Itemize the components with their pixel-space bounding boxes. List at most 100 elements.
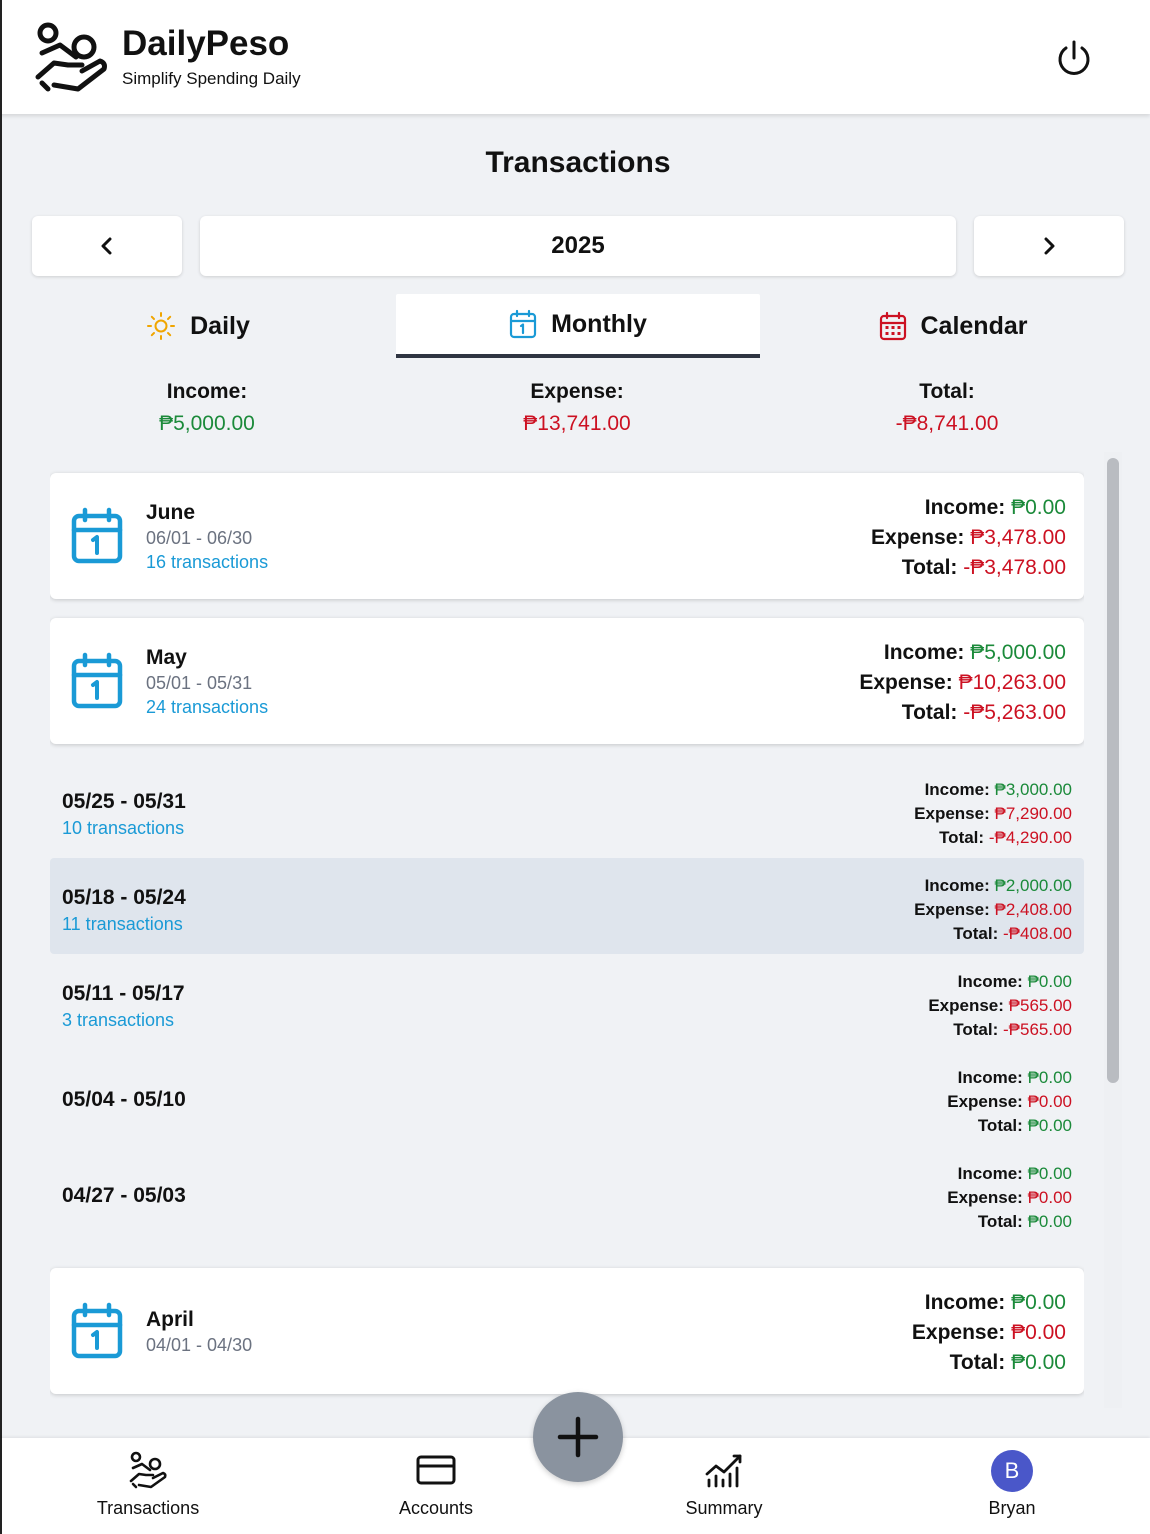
brand: DailyPeso Simplify Spending Daily [122,24,301,90]
week-transaction-count[interactable]: 10 transactions [62,818,184,839]
calendar-icon [71,1302,123,1359]
scrollbar-thumb[interactable] [1107,458,1119,1083]
week-income: ₱0.00 [1027,1068,1072,1087]
week-total: -₱565.00 [1003,1020,1072,1039]
nav-summary[interactable]: Summary [604,1438,844,1534]
app-tagline: Simplify Spending Daily [122,69,301,89]
week-row-selected[interactable]: 05/18 - 05/24 11 transactions Income: ₱2… [50,858,1084,954]
total-label: Total: [901,701,958,724]
income-label: Income: [924,780,990,799]
week-transaction-count[interactable]: 3 transactions [62,1010,174,1031]
window-edge [0,114,2,1534]
summary-total: Total: -₱8,741.00 [762,380,1132,436]
week-row[interactable]: 05/11 - 05/17 3 transactions Income: ₱0.… [50,954,1084,1050]
week-income: ₱0.00 [1027,972,1072,991]
hand-coins-icon [129,1451,167,1489]
tab-monthly[interactable]: Monthly [396,294,760,358]
total-label: Total: [949,1351,1006,1374]
income-label: Income: [924,496,1006,519]
income-label: Income: [957,972,1023,991]
month-card-may[interactable]: May 05/01 - 05/31 24 transactions Income… [50,618,1084,744]
chart-icon [705,1454,742,1488]
income-label: Income: [957,1068,1023,1087]
previous-year-button[interactable] [32,216,182,276]
nav-transactions[interactable]: Transactions [28,1438,268,1534]
week-row[interactable]: 05/04 - 05/10 Income: ₱0.00 Expense: ₱0.… [50,1050,1084,1146]
total-label: Total: [953,1020,999,1039]
month-card-april[interactable]: April 04/01 - 04/30 Income: ₱0.00 Expens… [50,1268,1084,1394]
month-range: 04/01 - 04/30 [146,1335,253,1355]
month-transaction-count[interactable]: 24 transactions [146,697,268,718]
week-transaction-count[interactable]: 11 transactions [62,914,183,935]
month-income: ₱0.00 [1011,1291,1066,1314]
week-range: 05/04 - 05/10 [62,1088,186,1111]
summary-income-value: ₱5,000.00 [159,412,255,435]
chevron-left-icon [101,237,112,255]
month-total: -₱3,478.00 [963,556,1066,579]
summary-expense-label: Expense: [530,380,624,403]
week-range: 05/11 - 05/17 [62,982,185,1005]
week-income: ₱3,000.00 [994,780,1072,799]
week-total: -₱408.00 [1003,924,1072,943]
calendar-icon [71,507,123,564]
income-label: Income: [924,1291,1006,1314]
month-name: June [146,501,196,524]
week-expense: ₱0.00 [1027,1188,1072,1207]
summary-income-label: Income: [166,380,248,403]
expense-label: Expense: [871,526,965,549]
summary-expense: Expense: ₱13,741.00 [392,380,762,436]
page-title: Transactions [485,146,671,179]
week-figures: Income: ₱0.00 Expense: ₱0.00 Total: ₱0.0… [947,1162,1072,1234]
expense-label: Expense: [914,804,990,823]
logo-icon [35,22,107,92]
month-range: 06/01 - 06/30 [146,528,253,548]
month-income: ₱0.00 [1011,496,1066,519]
total-label: Total: [901,556,958,579]
week-income: ₱0.00 [1027,1164,1072,1183]
tab-calendar[interactable]: Calendar [780,294,1126,358]
income-label: Income: [957,1164,1023,1183]
summary-total-value: -₱8,741.00 [895,412,999,435]
week-row[interactable]: 05/25 - 05/31 10 transactions Income: ₱3… [50,762,1084,858]
expense-label: Expense: [947,1092,1023,1111]
week-figures: Income: ₱3,000.00 Expense: ₱7,290.00 Tot… [914,778,1072,850]
calendar-icon [509,309,537,339]
month-expense: ₱10,263.00 [958,671,1066,694]
month-range: 05/01 - 05/31 [146,673,253,693]
tab-daily-label: Daily [190,311,250,340]
nav-profile[interactable]: B Bryan [892,1438,1132,1534]
week-expense: ₱7,290.00 [994,804,1072,823]
summary-income: Income: ₱5,000.00 [22,380,392,436]
month-expense: ₱0.00 [1011,1321,1066,1344]
income-label: Income: [883,641,965,664]
week-figures: Income: ₱0.00 Expense: ₱565.00 Total: -₱… [928,970,1072,1042]
nav-accounts[interactable]: Accounts [316,1438,556,1534]
nav-accounts-label: Accounts [398,1498,474,1518]
week-row[interactable]: 04/27 - 05/03 Income: ₱0.00 Expense: ₱0.… [50,1146,1084,1242]
total-label: Total: [939,828,985,847]
total-label: Total: [977,1116,1023,1135]
week-income: ₱2,000.00 [994,876,1072,895]
week-range: 05/25 - 05/31 [62,790,186,813]
month-figures: Income: ₱0.00 Expense: ₱3,478.00 Total: … [871,493,1066,583]
expense-label: Expense: [947,1188,1023,1207]
month-transaction-count[interactable]: 16 transactions [146,552,268,573]
total-label: Total: [953,924,999,943]
power-icon[interactable] [1054,38,1094,78]
month-total: ₱0.00 [1011,1351,1066,1374]
month-income: ₱5,000.00 [970,641,1066,664]
expense-label: Expense: [928,996,1004,1015]
expense-label: Expense: [859,671,953,694]
month-name: May [146,646,187,669]
add-transaction-button[interactable] [533,1392,623,1482]
week-range: 05/18 - 05/24 [62,886,186,909]
summary-total-label: Total: [919,380,975,403]
next-year-button[interactable] [974,216,1124,276]
expense-label: Expense: [914,900,990,919]
month-card-june[interactable]: June 06/01 - 06/30 16 transactions Incom… [50,473,1084,599]
year-label: 2025 [200,216,956,276]
week-expense: ₱565.00 [1008,996,1072,1015]
year-summary: Income: ₱5,000.00 Expense: ₱13,741.00 To… [22,380,1132,436]
week-total: -₱4,290.00 [988,828,1072,847]
tab-daily[interactable]: Daily [30,294,366,358]
